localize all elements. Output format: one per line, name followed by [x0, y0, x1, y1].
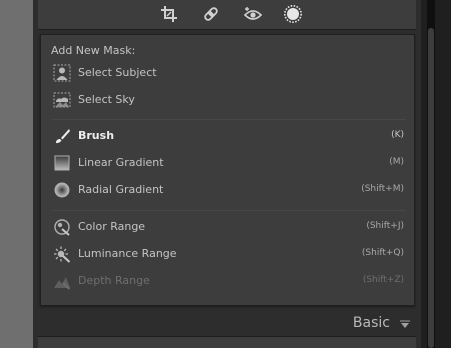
menu-item-shortcut: (Shift+Q)	[361, 248, 404, 258]
menu-item-select-sky[interactable]: Select Sky	[41, 89, 414, 111]
menu-item-label: Depth Range	[78, 274, 150, 287]
menu-item-depth-range: Depth Range (Shift+Z)	[41, 270, 414, 292]
menu-item-luminance-range[interactable]: Luminance Range (Shift+Q)	[41, 243, 414, 265]
menu-item-shortcut: (M)	[389, 157, 404, 167]
healing-icon	[204, 7, 218, 21]
radial-gradient-icon	[53, 181, 71, 199]
panel-title: Basic	[352, 315, 390, 331]
menu-item-label: Color Range	[78, 220, 146, 233]
tool-strip	[38, 0, 416, 30]
luminance-range-icon	[53, 245, 71, 263]
left-background	[0, 0, 33, 348]
scroll-gutter	[421, 0, 451, 348]
menu-item-label: Radial Gradient	[78, 183, 164, 196]
menu-divider	[51, 210, 406, 211]
menu-divider	[51, 119, 406, 120]
crop-icon	[161, 6, 177, 22]
next-panel	[38, 336, 416, 348]
menu-item-label: Brush	[78, 129, 115, 142]
basic-panel-header[interactable]: Basic	[38, 312, 416, 334]
subject-icon	[53, 64, 71, 82]
crop-tool-button[interactable]	[158, 3, 180, 25]
menu-item-label: Linear Gradient	[78, 156, 164, 169]
menu-item-radial-gradient[interactable]: Radial Gradient (Shift+M)	[41, 179, 414, 201]
menu-item-brush[interactable]: Brush (K)	[41, 125, 414, 147]
red-eye-icon	[243, 7, 263, 20]
menu-item-linear-gradient[interactable]: Linear Gradient (M)	[41, 152, 414, 174]
menu-item-shortcut: (Shift+Z)	[362, 275, 404, 285]
linear-gradient-icon	[53, 154, 71, 172]
menu-item-color-range[interactable]: Color Range (Shift+J)	[41, 216, 414, 238]
masking-icon	[284, 5, 302, 23]
color-range-icon	[53, 218, 71, 236]
healing-tool-button[interactable]	[200, 3, 222, 25]
add-mask-menu: Add New Mask: Select Subject Select Sky	[40, 34, 415, 306]
scrollbar-thumb[interactable]	[428, 28, 434, 348]
menu-item-label: Select Subject	[78, 66, 157, 79]
red-eye-tool-button[interactable]	[242, 3, 264, 25]
collapse-triangle-icon[interactable]	[399, 319, 411, 329]
masking-tool-button[interactable]	[282, 3, 304, 25]
brush-icon	[53, 127, 71, 145]
sky-icon	[53, 91, 71, 109]
depth-range-icon	[53, 272, 71, 290]
menu-item-shortcut: (K)	[391, 130, 404, 140]
menu-item-shortcut: (Shift+J)	[366, 221, 404, 231]
menu-item-label: Luminance Range	[78, 247, 177, 260]
menu-header: Add New Mask:	[51, 44, 136, 57]
menu-item-shortcut: (Shift+M)	[361, 184, 404, 194]
menu-item-select-subject[interactable]: Select Subject	[41, 62, 414, 84]
menu-item-label: Select Sky	[78, 93, 135, 106]
